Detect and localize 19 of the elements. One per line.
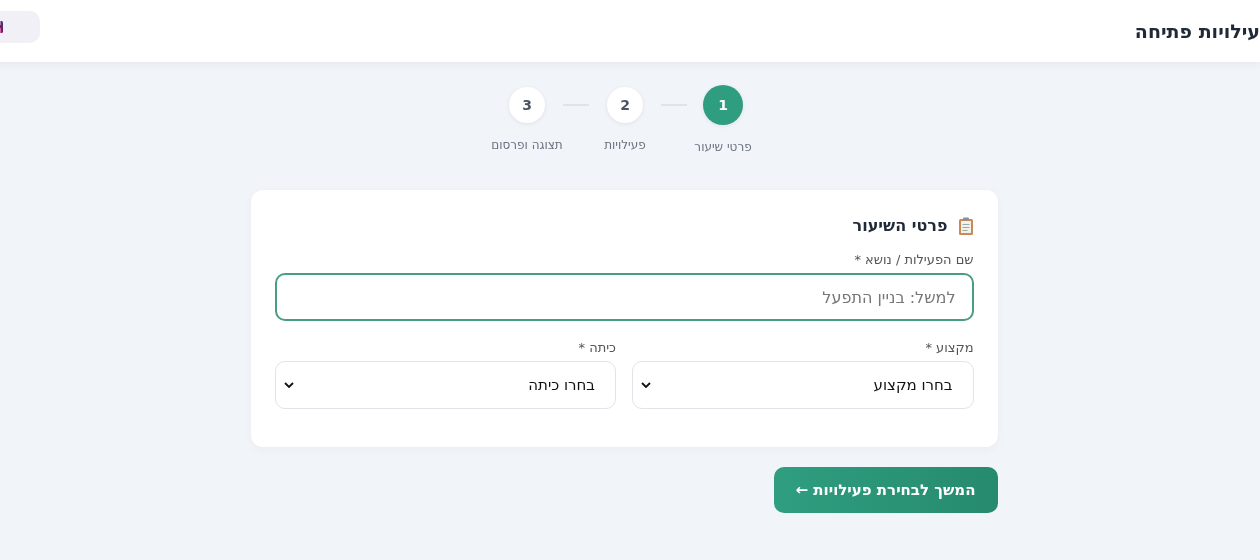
card-title: פרטי השיעור xyxy=(852,216,948,235)
page-title: עילויות פתיחה xyxy=(1134,20,1260,42)
step-circle: 2 xyxy=(607,87,643,123)
topic-input[interactable]: למשל: בניין התפעל xyxy=(274,273,974,321)
clipboard-icon xyxy=(957,216,974,235)
chevron-down-icon xyxy=(641,382,651,388)
field-label: שם הפעילות / נושא * xyxy=(853,252,974,267)
field-label: מקצוע * xyxy=(924,340,974,355)
chevron-down-icon xyxy=(283,382,294,388)
field-label: כיתה * xyxy=(577,340,616,355)
step-label: פעילויות xyxy=(604,138,646,152)
save-button[interactable] xyxy=(0,11,40,43)
step-label: תצוגה ופרסום xyxy=(491,138,563,152)
step-circle: 1 xyxy=(703,85,743,125)
select-field[interactable]: בחרו מקצוע xyxy=(632,361,974,409)
select-field[interactable]: בחרו כיתה xyxy=(274,361,616,409)
step-circle: 3 xyxy=(509,87,545,123)
continue-button[interactable]: המשך לבחירת פעילויות ← xyxy=(773,467,998,513)
step-label: פרטי שיעור xyxy=(694,140,752,154)
